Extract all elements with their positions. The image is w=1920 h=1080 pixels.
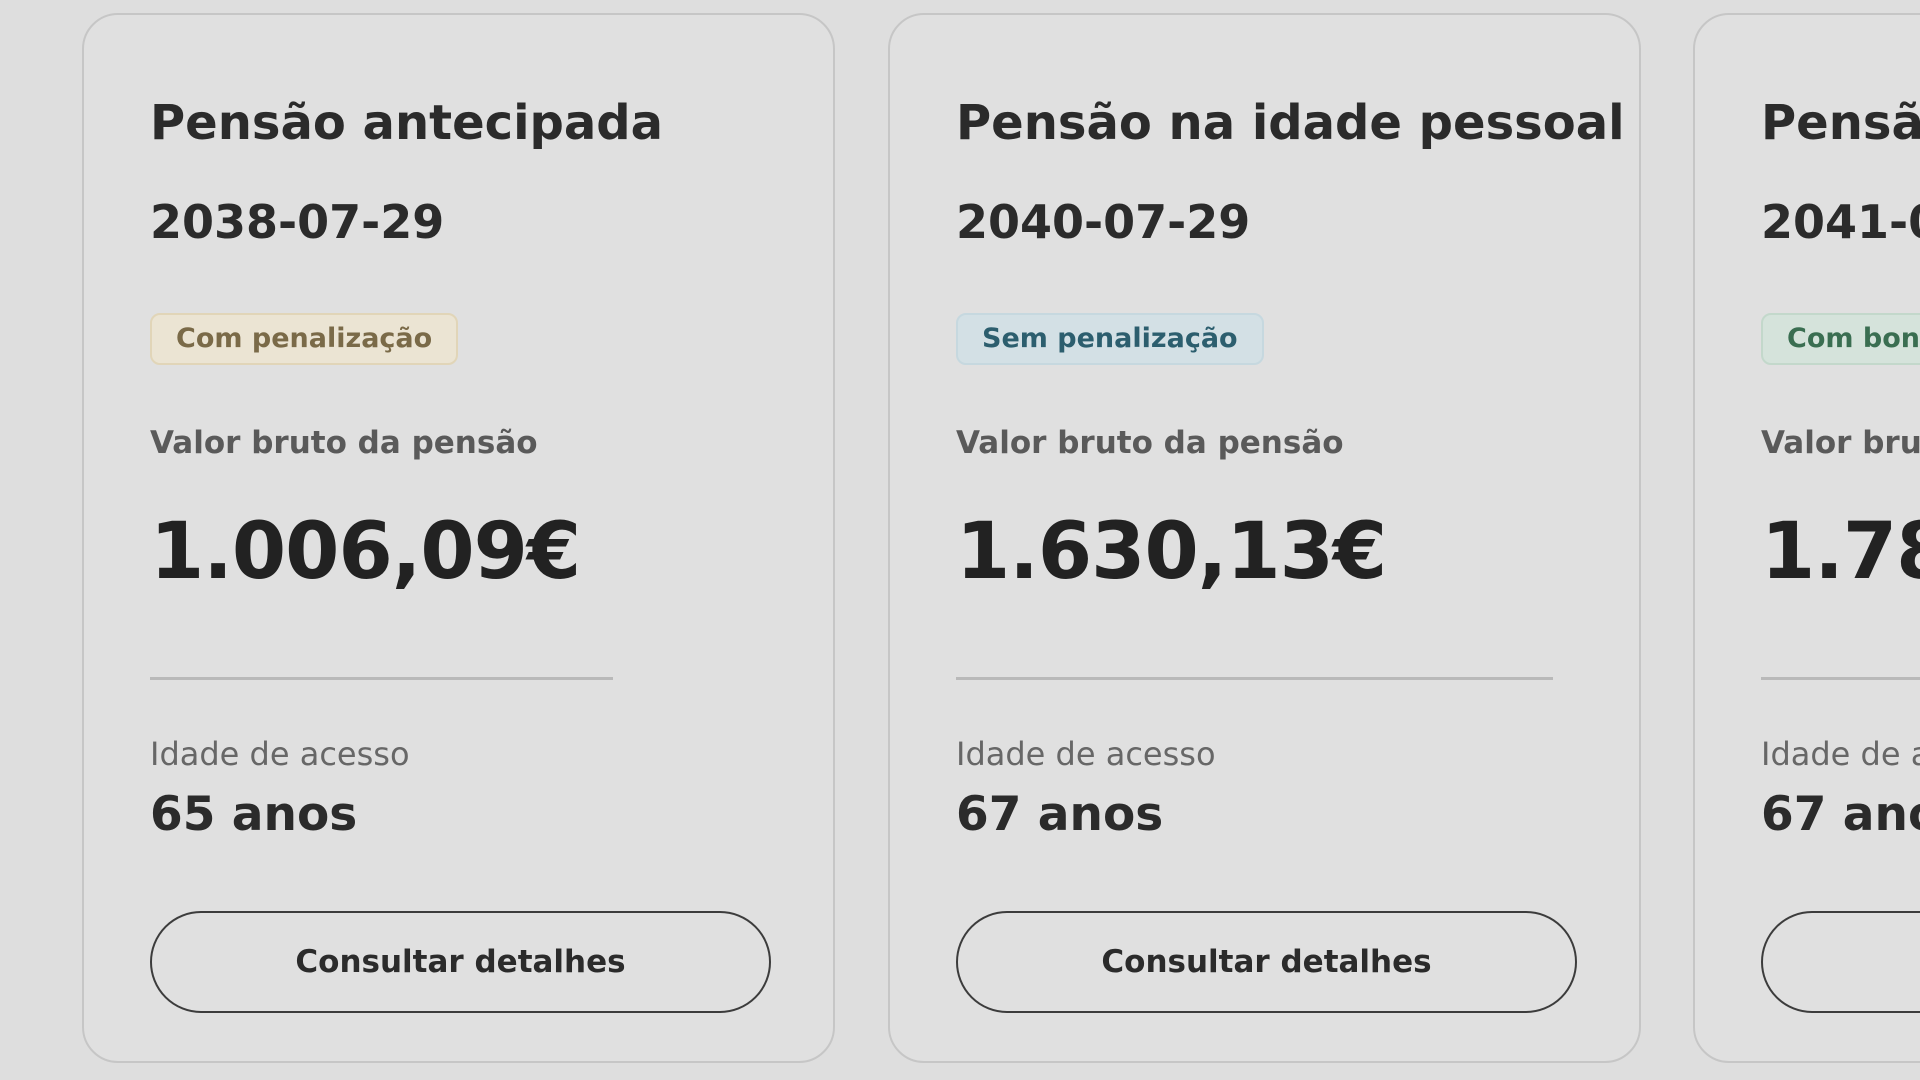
card-divider [1761, 677, 1920, 680]
status-badge: Com penalização [150, 313, 459, 365]
view-details-button[interactable]: C [1761, 911, 1920, 1013]
access-age-label: Idade de acesso [150, 735, 410, 773]
access-age-label: Idade de acesso [956, 735, 1216, 773]
card-content: Pensão 2041-0 Com boni Valor brut 1.78 I… [1761, 15, 1920, 1061]
pension-card-personal-age: Pensão na idade pessoal 2040-07-29 Sem p… [888, 13, 1641, 1063]
pension-cards-row: Pensão antecipada 2038-07-29 Com penaliz… [0, 0, 1920, 1080]
card-content: Pensão na idade pessoal 2040-07-29 Sem p… [956, 15, 1625, 1061]
access-age-value: 67 anos [956, 787, 1164, 842]
view-details-button[interactable]: Consultar detalhes [956, 911, 1577, 1013]
card-date: 2041-0 [1761, 195, 1920, 249]
access-age-label: Idade de a [1761, 735, 1920, 773]
pension-card-early: Pensão antecipada 2038-07-29 Com penaliz… [82, 13, 835, 1063]
card-title: Pensão antecipada [150, 95, 664, 151]
card-content: Pensão antecipada 2038-07-29 Com penaliz… [150, 15, 771, 1061]
access-age-value: 67 ano [1761, 787, 1920, 842]
gross-value-label: Valor bruto da pensão [150, 425, 538, 461]
gross-value-amount: 1.630,13€ [956, 507, 1387, 597]
status-badge: Sem penalização [956, 313, 1264, 365]
card-date: 2040-07-29 [956, 195, 1251, 249]
card-title: Pensão na idade pessoal [956, 95, 1625, 151]
card-title: Pensão [1761, 95, 1920, 151]
status-badge: Com boni [1761, 313, 1920, 365]
gross-value-label: Valor brut [1761, 425, 1920, 461]
card-divider [150, 677, 613, 680]
view-details-button[interactable]: Consultar detalhes [150, 911, 771, 1013]
gross-value-label: Valor bruto da pensão [956, 425, 1344, 461]
card-divider [956, 677, 1553, 680]
pension-card-bonus: Pensão 2041-0 Com boni Valor brut 1.78 I… [1693, 13, 1920, 1063]
card-date: 2038-07-29 [150, 195, 445, 249]
access-age-value: 65 anos [150, 787, 358, 842]
gross-value-amount: 1.006,09€ [150, 507, 581, 597]
gross-value-amount: 1.78 [1761, 507, 1920, 597]
